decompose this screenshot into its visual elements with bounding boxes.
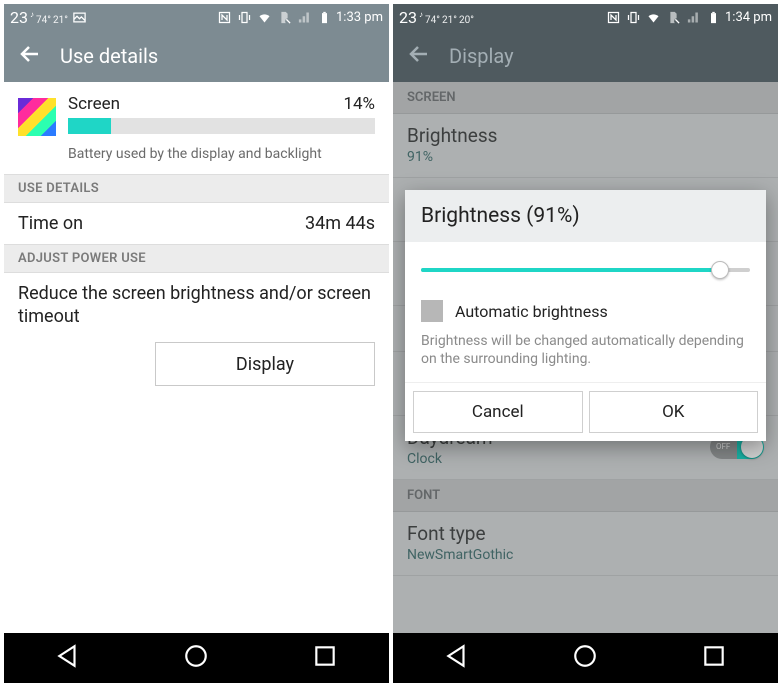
dialog-hint: Brightness will be changed automatically… [421,332,750,368]
screen-label: Screen [68,94,120,114]
advice-text: Reduce the screen brightness and/or scre… [4,273,389,332]
nav-home-icon[interactable] [183,643,209,673]
screen-app-icon [18,98,56,136]
sim-off-icon [276,9,292,25]
screen-desc: Battery used by the display and backligh… [4,140,389,174]
picture-icon [72,9,88,25]
content: Screen 14% Battery used by the display an… [4,82,389,633]
status-bar: 23♪ 74° 21° 1:33 pm [4,4,389,30]
dialog-title: Brightness (91%) [405,190,766,242]
time-on-row: Time on 34m 44s [4,203,389,244]
appbar-title: Use details [60,44,158,68]
phone-right: 23♪ 74° 21° 20° 1:34 pm Display SCREEN B… [393,4,778,683]
slider-thumb[interactable] [711,261,729,279]
battery-icon [316,9,332,25]
clock: 1:34 pm [725,10,772,25]
status-bar: 23♪ 74° 21° 20° 1:34 pm [393,4,778,30]
usage-bar-fill [68,118,111,134]
usage-bar [68,118,375,134]
vibrate-icon [625,9,641,25]
nav-home-icon[interactable] [572,643,598,673]
appbar-title: Display [449,44,514,68]
clock: 1:33 pm [336,10,383,25]
signal-icon [296,9,312,25]
brightness-slider[interactable] [421,268,750,272]
vibrate-icon [236,9,252,25]
cancel-button[interactable]: Cancel [413,391,583,433]
content: SCREEN Brightness91% S1 SRe A SSt Daydre… [393,82,778,633]
nav-back-icon[interactable] [444,643,470,673]
app-bar: Use details [4,30,389,82]
nfc-icon [605,9,621,25]
nfc-icon [216,9,232,25]
auto-brightness-checkbox[interactable] [421,300,443,322]
battery-icon [705,9,721,25]
phone-left: 23♪ 74° 21° 1:33 pm Use details Screen 14… [4,4,389,683]
app-bar: Display [393,30,778,82]
signal-icon [685,9,701,25]
nav-recent-icon[interactable] [701,643,727,673]
sim-off-icon [665,9,681,25]
nav-bar [393,633,778,683]
time-on-label: Time on [18,213,83,234]
wifi-icon [256,9,272,25]
section-use-details: USE DETAILS [4,174,389,203]
ok-button[interactable]: OK [589,391,759,433]
auto-brightness-row[interactable]: Automatic brightness [421,300,750,322]
nav-bar [4,633,389,683]
back-icon[interactable] [407,42,431,71]
nav-back-icon[interactable] [55,643,81,673]
screen-percent: 14% [343,94,375,114]
wifi-icon [645,9,661,25]
brightness-dialog: Brightness (91%) Automatic brightness Br… [405,190,766,441]
auto-brightness-label: Automatic brightness [455,302,608,321]
nav-recent-icon[interactable] [312,643,338,673]
temp-main: 23 [10,8,28,27]
section-adjust: ADJUST POWER USE [4,244,389,273]
time-on-value: 34m 44s [305,213,375,234]
display-button[interactable]: Display [155,342,375,386]
back-icon[interactable] [18,42,42,71]
